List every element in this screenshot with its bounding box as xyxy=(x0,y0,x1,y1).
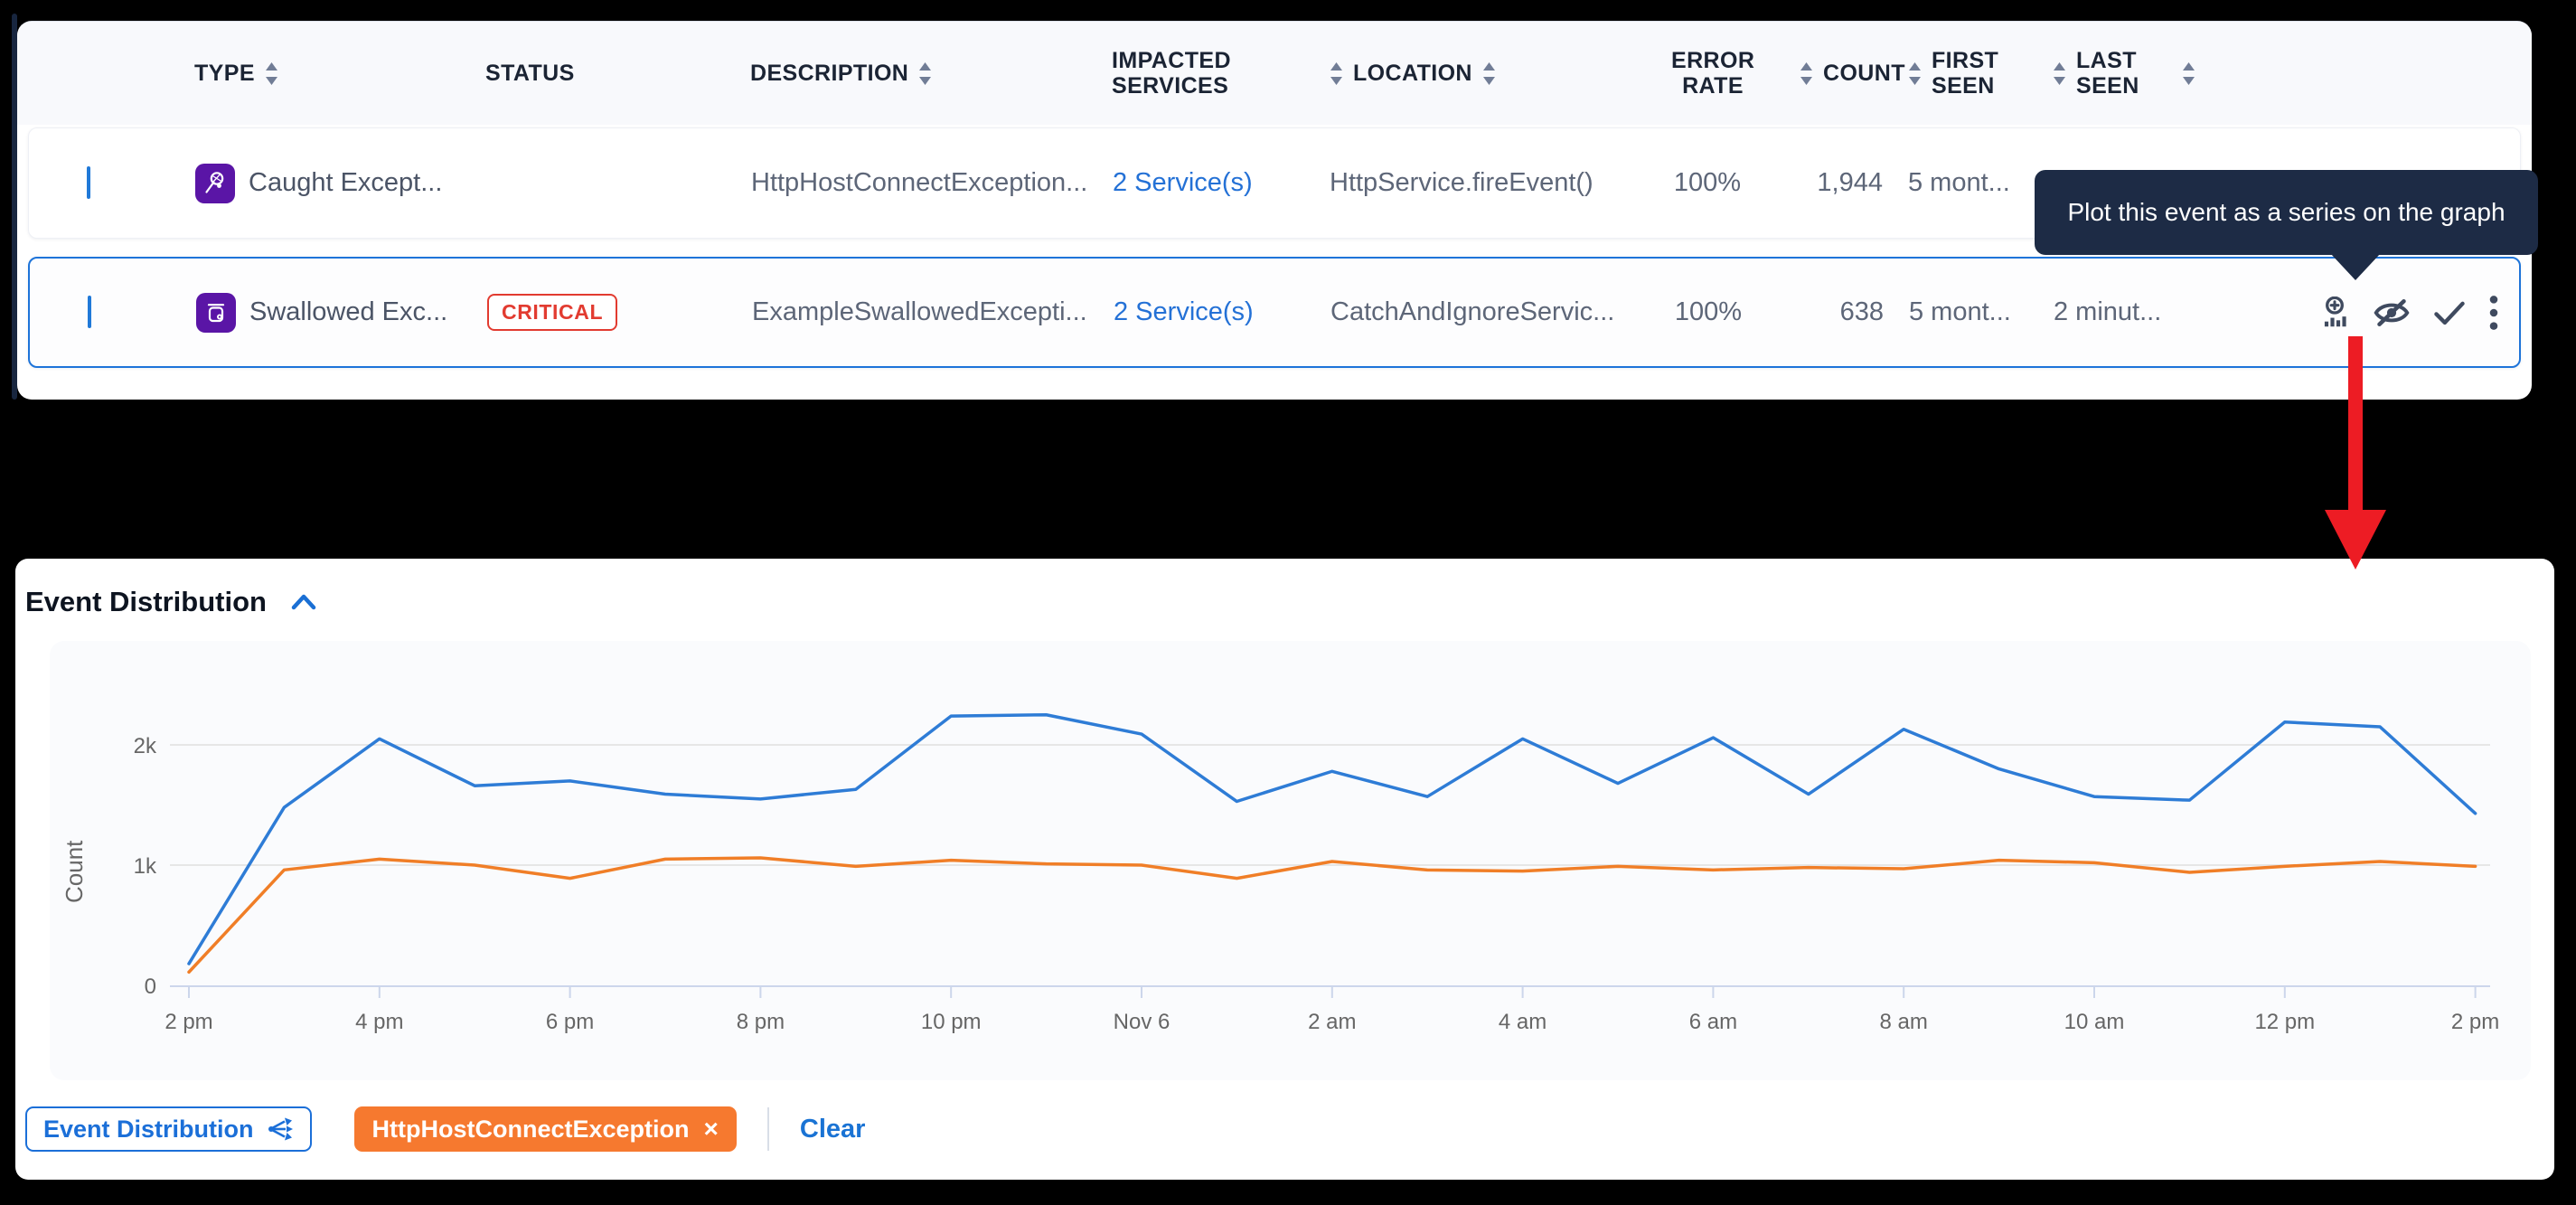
filter-chip-label: HttpHostConnectException xyxy=(372,1116,690,1144)
table-row-selected[interactable]: Swallowed Exc... CRITICAL ExampleSwallow… xyxy=(28,257,2521,368)
column-label: LAST SEEN xyxy=(2076,48,2172,99)
svg-text:4 pm: 4 pm xyxy=(355,1010,403,1034)
first-seen-cell: 5 mont... xyxy=(1909,297,2054,327)
swallowed-exception-icon xyxy=(196,293,236,333)
sort-icon[interactable] xyxy=(2181,61,2196,86)
share-series-icon xyxy=(267,1116,294,1143)
column-header-first-seen[interactable]: FIRST SEEN xyxy=(1907,48,2052,99)
clear-button[interactable]: Clear xyxy=(800,1115,866,1144)
collapse-chevron-up-icon[interactable] xyxy=(290,592,317,612)
column-header-type[interactable]: TYPE xyxy=(194,61,485,86)
row-checkbox[interactable] xyxy=(88,296,91,328)
tooltip-tail xyxy=(2330,253,2381,280)
svg-text:2 pm: 2 pm xyxy=(2451,1010,2499,1034)
error-rate-cell: 100% xyxy=(1629,297,1800,327)
filter-chip-httphostconnectexception[interactable]: HttpHostConnectException × xyxy=(354,1106,737,1152)
column-label: ERROR RATE xyxy=(1671,48,1754,99)
count-cell: 1,944 xyxy=(1800,168,1908,198)
resolve-check-icon[interactable] xyxy=(2432,298,2467,327)
column-label: TYPE xyxy=(194,61,255,86)
svg-text:6 am: 6 am xyxy=(1689,1010,1737,1034)
sort-icon[interactable] xyxy=(1799,61,1814,86)
column-header-last-seen[interactable]: LAST SEEN xyxy=(2052,48,2196,99)
column-header-description[interactable]: DESCRIPTION xyxy=(750,61,1112,86)
description-cell: HttpHostConnectException... xyxy=(751,168,1113,198)
svg-text:Nov 6: Nov 6 xyxy=(1114,1010,1170,1034)
annotation-arrow xyxy=(2314,336,2397,573)
critical-badge: CRITICAL xyxy=(487,294,617,331)
row-select-cell xyxy=(70,297,196,327)
svg-text:1k: 1k xyxy=(134,854,157,879)
last-seen-cell: 2 minut... xyxy=(2054,297,2198,327)
column-header-location[interactable]: LOCATION xyxy=(1329,61,1627,86)
event-distribution-panel: Event Distribution 2 pm 4 pm 6 pm 8 pm 10 pm… xyxy=(15,559,2554,1180)
type-cell: Swallowed Exc... xyxy=(196,293,487,333)
column-header-impacted-services[interactable]: IMPACTED SERVICES xyxy=(1112,48,1329,99)
sort-icon[interactable] xyxy=(264,61,279,86)
svg-text:12 pm: 12 pm xyxy=(2254,1010,2315,1034)
sort-icon[interactable] xyxy=(1329,61,1344,86)
svg-text:Count: Count xyxy=(61,840,88,903)
column-label: FIRST SEEN xyxy=(1932,48,2052,99)
svg-text:2 am: 2 am xyxy=(1308,1010,1356,1034)
row-checkbox[interactable] xyxy=(87,166,90,199)
svg-text:4 am: 4 am xyxy=(1499,1010,1547,1034)
column-label: IMPACTED SERVICES xyxy=(1112,48,1231,99)
location-cell: CatchAndIgnoreServic... xyxy=(1330,297,1629,327)
chart-title-row: Event Distribution xyxy=(25,586,317,618)
impacted-services-link[interactable]: 2 Service(s) xyxy=(1114,297,1330,327)
actions-cell xyxy=(2198,295,2519,331)
column-header-status[interactable]: STATUS xyxy=(485,61,750,86)
sort-icon[interactable] xyxy=(2052,61,2067,86)
type-label: Swallowed Exc... xyxy=(249,297,447,327)
column-header-error-rate[interactable]: ERROR RATE xyxy=(1627,48,1799,99)
row-select-cell xyxy=(69,168,195,198)
caught-exception-icon xyxy=(195,164,235,203)
column-label: STATUS xyxy=(485,61,575,86)
svg-text:2k: 2k xyxy=(134,734,157,758)
svg-text:6 pm: 6 pm xyxy=(546,1010,594,1034)
remove-filter-icon[interactable]: × xyxy=(704,1116,719,1142)
divider xyxy=(767,1107,769,1151)
hide-eye-slash-icon[interactable] xyxy=(2373,297,2411,329)
svg-text:10 am: 10 am xyxy=(2064,1010,2125,1034)
status-cell: CRITICAL xyxy=(487,294,752,331)
sort-icon[interactable] xyxy=(1481,61,1497,86)
chart-legend-row: Event Distribution HttpHostConnectExcept… xyxy=(25,1106,865,1152)
location-cell: HttpService.fireEvent() xyxy=(1330,168,1628,198)
sort-icon[interactable] xyxy=(1907,61,1923,86)
svg-text:2 pm: 2 pm xyxy=(165,1010,212,1034)
description-cell: ExampleSwallowedExcepti... xyxy=(752,297,1114,327)
column-header-count[interactable]: COUNT xyxy=(1799,61,1907,86)
type-label: Caught Except... xyxy=(249,168,442,198)
sort-icon[interactable] xyxy=(917,61,933,86)
tooltip: Plot this event as a series on the graph xyxy=(2035,170,2538,255)
first-seen-cell: 5 mont... xyxy=(1908,168,2053,198)
type-cell: Caught Except... xyxy=(195,164,486,203)
chart-plot-area[interactable]: 2 pm 4 pm 6 pm 8 pm 10 pm Nov 6 2 am 4 am 6 am 8 … xyxy=(50,641,2531,1080)
series-chip-label: Event Distribution xyxy=(43,1116,254,1144)
table-header-row: TYPE STATUS DESCRIPTION IMPACTED SERVICE… xyxy=(17,22,2532,125)
svg-text:8 am: 8 am xyxy=(1880,1010,1928,1034)
column-label: COUNT xyxy=(1823,61,1905,86)
chart-title: Event Distribution xyxy=(25,586,267,618)
count-cell: 638 xyxy=(1800,297,1909,327)
svg-text:10 pm: 10 pm xyxy=(921,1010,982,1034)
error-rate-cell: 100% xyxy=(1628,168,1800,198)
line-chart[interactable]: 2 pm 4 pm 6 pm 8 pm 10 pm Nov 6 2 am 4 am 6 am 8 … xyxy=(50,641,2531,1080)
tooltip-text: Plot this event as a series on the graph xyxy=(2067,198,2505,227)
plot-on-graph-icon[interactable] xyxy=(2318,297,2351,329)
svg-text:0: 0 xyxy=(145,974,156,999)
column-label: DESCRIPTION xyxy=(750,61,908,86)
series-chip-event-distribution[interactable]: Event Distribution xyxy=(25,1106,312,1152)
column-label: LOCATION xyxy=(1353,61,1472,86)
impacted-services-link[interactable]: 2 Service(s) xyxy=(1113,168,1330,198)
kebab-menu-icon[interactable] xyxy=(2488,295,2499,331)
svg-text:8 pm: 8 pm xyxy=(737,1010,785,1034)
